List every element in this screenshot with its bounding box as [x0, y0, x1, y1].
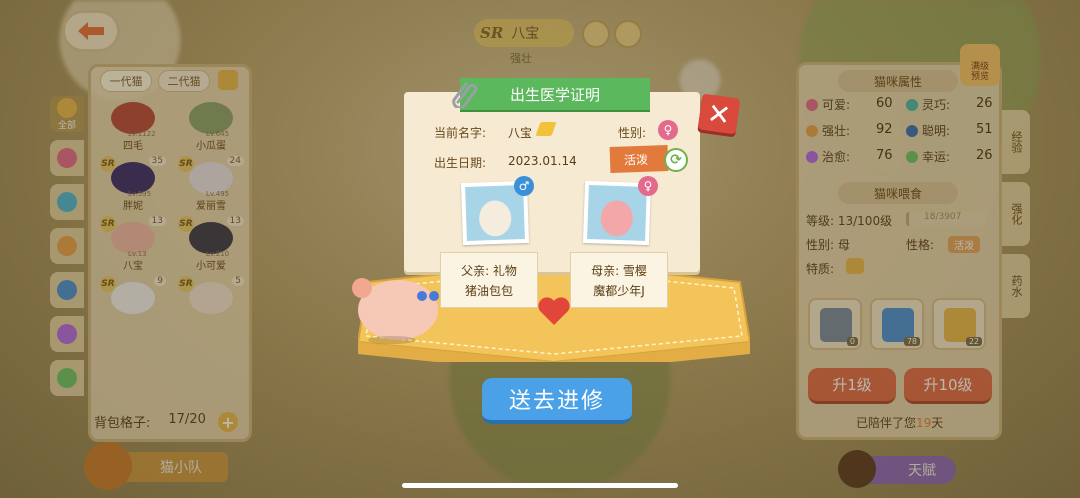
mother-label: 母亲: 雪樱 — [591, 264, 647, 278]
close-button[interactable]: ✕ — [697, 93, 741, 135]
father-owner: 猪油包包 — [464, 284, 513, 298]
name-value: 八宝 — [508, 126, 533, 140]
father-cat-image — [465, 185, 525, 241]
certificate-title: 出生医学证明 — [460, 78, 650, 110]
female-icon: ♀ — [638, 176, 658, 196]
paperclip-icon — [452, 82, 478, 108]
kitten-mascot — [352, 278, 439, 344]
gender-label: 性别: — [618, 126, 647, 140]
father-card: 父亲: 礼物 猪油包包 — [440, 252, 538, 308]
heart-seal-icon — [538, 297, 570, 325]
mother-owner: 魔都少年J — [593, 284, 645, 298]
birth-label: 出生日期: — [434, 156, 487, 170]
mother-cat-image — [587, 185, 647, 241]
mother-card: 母亲: 雪樱 魔都少年J — [570, 252, 668, 308]
birth-value: 2023.01.14 — [508, 154, 577, 168]
female-icon: ♀ — [658, 120, 678, 140]
send-to-study-button[interactable]: 送去进修 — [482, 378, 632, 424]
father-label: 父亲: 礼物 — [461, 264, 517, 278]
refresh-trait-icon[interactable]: ⟳ — [664, 148, 688, 172]
home-indicator[interactable] — [402, 483, 678, 488]
trait-tag: 活泼 — [609, 144, 669, 174]
male-icon: ♂ — [514, 176, 534, 196]
game-screen: SR 八宝 强壮 一代猫 二代猫 全部 Lv.1122 四毛 Lv.645 小瓜蛋 Lv… — [0, 0, 1080, 498]
name-label: 当前名字: — [434, 126, 487, 140]
